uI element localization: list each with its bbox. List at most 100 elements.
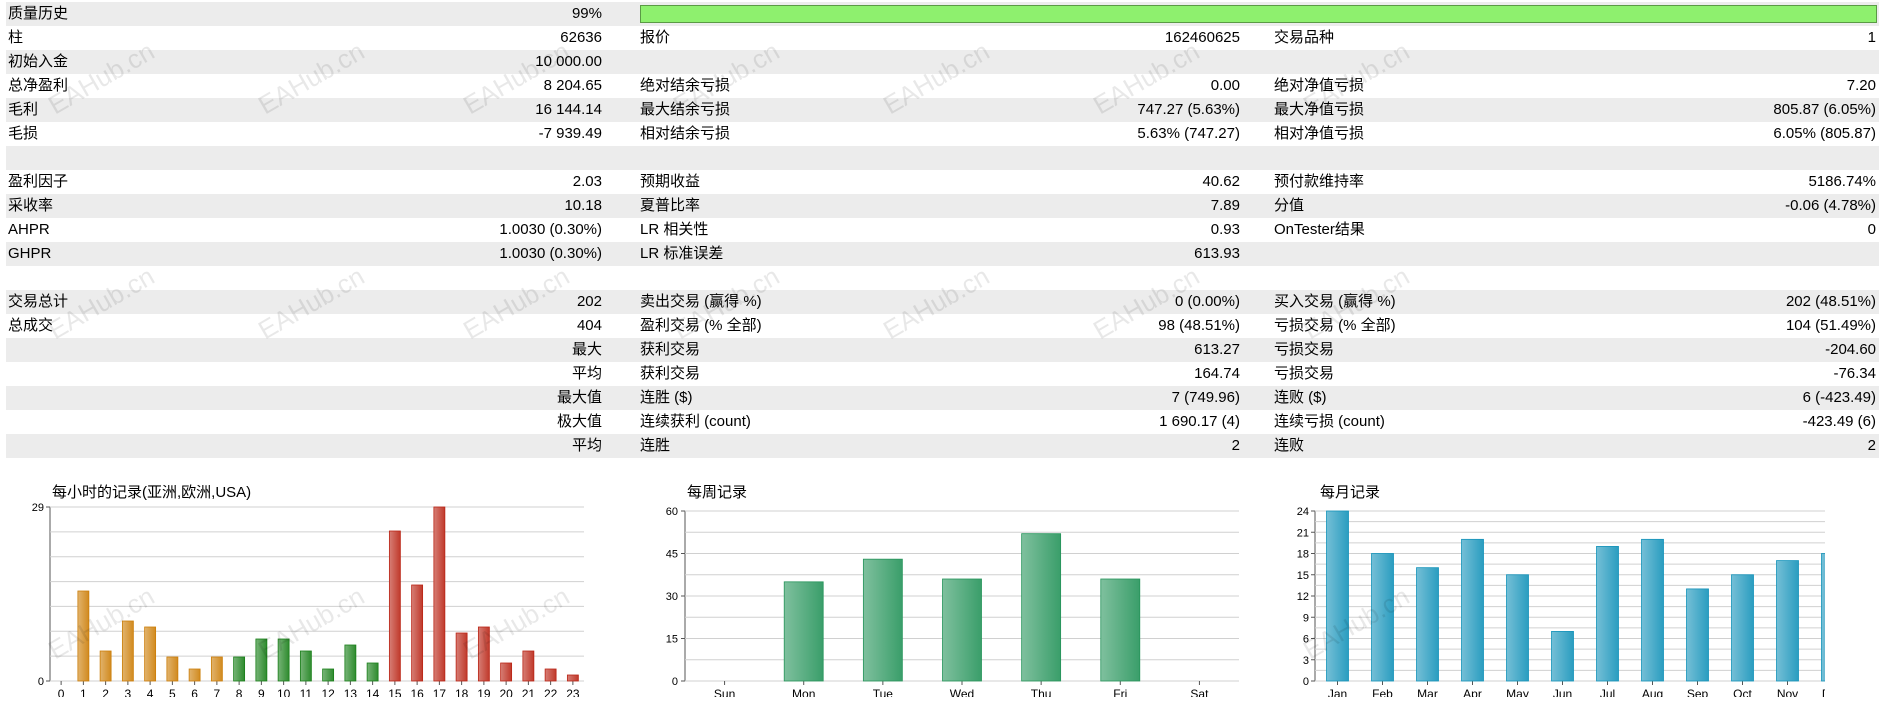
x-tick-label: May <box>1506 687 1529 697</box>
x-tick-label: 7 <box>214 687 221 697</box>
row-value: 10.18 <box>564 197 602 214</box>
row-value: 1 <box>1867 29 1876 46</box>
y-tick-label: 45 <box>666 549 678 561</box>
x-tick-label: Apr <box>1463 687 1482 697</box>
weekly-chart: 每周记录 0 15 30 45 60 Sun Mon Tue Wed Thu Fri Sat <box>666 484 1239 697</box>
report-row: 极大值 连续获利 (count) 1 690.17 (4) 连续亏损 (count) -… <box>6 410 1879 434</box>
row-value: 10 000.00 <box>535 53 602 70</box>
bar <box>255 638 268 682</box>
report-row: 采收率 10.18 夏普比率 7.89 分值 -0.06 (4.78%) <box>6 194 1879 218</box>
row-value <box>1276 146 1876 170</box>
row-value: 1.0030 (0.30%) <box>499 245 602 262</box>
bar <box>1461 538 1484 682</box>
row-value <box>646 50 1240 74</box>
bar <box>1821 553 1825 682</box>
x-tick-label: 13 <box>344 687 358 697</box>
bar <box>166 656 179 682</box>
row-value: 最大值 <box>556 389 602 406</box>
report-row <box>6 266 1879 290</box>
row-value: 202 <box>576 293 602 310</box>
x-tick-label: 3 <box>125 687 132 697</box>
row-value: 404 <box>576 317 602 334</box>
y-tick-label: 0 <box>672 676 678 688</box>
report-row: 柱 62636 报价 162460625 交易品种 1 <box>6 26 1879 50</box>
bar <box>1551 631 1574 682</box>
monthly-chart: 每月记录 0 3 6 9 12 15 18 21 24 Jan Feb Mar Apr May Jun Jul A… <box>1297 484 1825 697</box>
row-value: 平均 <box>571 365 602 382</box>
row-value <box>646 266 1240 290</box>
chart-title: 每月记录 <box>1320 484 1380 501</box>
bar <box>210 656 223 682</box>
bar <box>522 650 535 682</box>
row-value: 613.27 <box>1194 341 1240 358</box>
bar <box>344 644 357 682</box>
y-tick-label: 3 <box>1303 655 1309 667</box>
x-tick-label: 14 <box>366 687 380 697</box>
x-tick-label: 23 <box>566 687 580 697</box>
x-tick-label: 2 <box>102 687 109 697</box>
x-tick-label: 22 <box>544 687 558 697</box>
x-tick-label: Mon <box>792 687 815 697</box>
row-value: 0 (0.00%) <box>1174 293 1240 310</box>
x-tick-label: 15 <box>388 687 402 697</box>
x-tick-label: 0 <box>58 687 65 697</box>
x-tick-label: 17 <box>433 687 447 697</box>
bar <box>1641 538 1664 682</box>
x-tick-label: 1 <box>80 687 87 697</box>
bar <box>1371 553 1394 682</box>
test-report-table: 质量历史 99% 柱 62636 报价 162460625 交易品种 1 初始入金 10 00… <box>6 2 1879 482</box>
row-value: 98 (48.51%) <box>1158 317 1240 334</box>
report-row: 平均 获利交易 164.74 亏损交易 -76.34 <box>6 362 1879 386</box>
x-tick-label: Jan <box>1328 687 1347 697</box>
row-value: 6 (-423.49) <box>1802 389 1876 406</box>
row-value: -204.60 <box>1825 341 1876 358</box>
x-tick-label: 11 <box>300 687 313 697</box>
report-row: 平均 连胜 2 连败 2 <box>6 434 1879 458</box>
row-value <box>646 458 1240 482</box>
report-row: 毛损 -7 939.49 相对结余亏损 5.63% (747.27) 相对净值亏损 6.0… <box>6 122 1879 146</box>
row-value <box>6 458 602 482</box>
bar <box>433 506 446 682</box>
bar <box>566 674 579 682</box>
y-tick-label: 12 <box>1297 591 1309 603</box>
x-tick-label: Oct <box>1733 687 1752 697</box>
x-tick-label: Fri <box>1113 687 1127 697</box>
x-tick-label: 19 <box>477 687 491 697</box>
quality-progress-bar <box>640 5 1877 23</box>
report-row: 毛利 16 144.14 最大结余亏损 747.27 (5.63%) 最大净值亏损 805… <box>6 98 1879 122</box>
x-tick-label: Feb <box>1372 687 1393 697</box>
row-value: 805.87 (6.05%) <box>1773 101 1876 118</box>
bar <box>500 662 513 682</box>
row-value: 7.89 <box>1210 197 1240 214</box>
y-tick-label: 60 <box>666 506 678 518</box>
x-tick-label: Mar <box>1417 687 1438 697</box>
row-value: 2 <box>1231 437 1240 454</box>
report-row: 盈利因子 2.03 预期收益 40.62 预付款维持率 5186.74% <box>6 170 1879 194</box>
chart-title: 每周记录 <box>687 484 747 501</box>
row-value: 1 690.17 (4) <box>1159 413 1240 430</box>
bar <box>322 668 335 682</box>
row-value: 5186.74% <box>1808 173 1876 190</box>
row-value: 6.05% (805.87) <box>1773 125 1876 142</box>
bar <box>862 558 903 682</box>
x-tick-label: Wed <box>950 687 974 697</box>
y-tick-label: 15 <box>1297 570 1309 582</box>
x-tick-label: Aug <box>1642 687 1663 697</box>
x-tick-label: 21 <box>522 687 536 697</box>
row-value: 平均 <box>571 437 602 454</box>
x-tick-label: 18 <box>455 687 469 697</box>
x-tick-label: Thu <box>1031 687 1052 697</box>
row-value: -423.49 (6) <box>1802 413 1876 430</box>
report-row: 总净盈利 8 204.65 绝对结余亏损 0.00 绝对净值亏损 7.20 <box>6 74 1879 98</box>
row-value: 0 <box>1867 221 1876 238</box>
bar <box>388 530 401 682</box>
report-row: 初始入金 10 000.00 <box>6 50 1879 74</box>
bar <box>1021 533 1062 682</box>
row-value: 8 204.65 <box>543 77 602 94</box>
row-value: 极大值 <box>556 413 602 430</box>
x-tick-label: 9 <box>258 687 265 697</box>
y-tick-label: 0 <box>38 676 44 688</box>
bar <box>1776 560 1799 682</box>
x-tick-label: 4 <box>147 687 154 697</box>
report-row: GHPR 1.0030 (0.30%) LR 标准误差 613.93 <box>6 242 1879 266</box>
